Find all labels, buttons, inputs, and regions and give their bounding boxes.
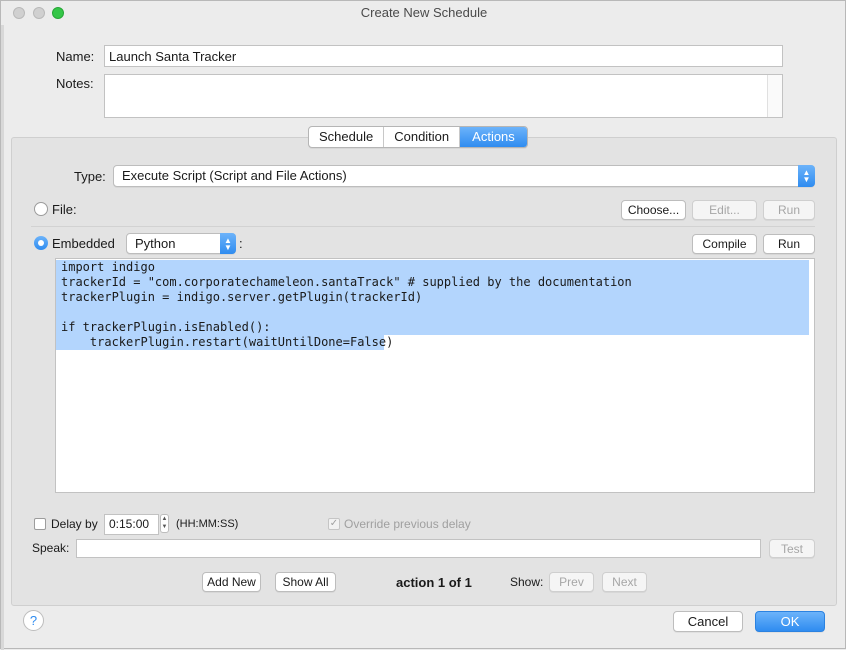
add-new-action-button[interactable]: Add New: [202, 572, 261, 592]
delay-time-field[interactable]: 0:15:00: [104, 514, 159, 535]
delay-label: Delay by: [51, 517, 98, 531]
embedded-label: Embedded: [52, 236, 115, 251]
notes-scrollbar[interactable]: [767, 75, 782, 117]
run-file-button[interactable]: Run: [763, 200, 815, 220]
code-line: trackerId = "com.corporatechameleon.sant…: [56, 275, 809, 290]
tab-actions[interactable]: Actions: [460, 127, 527, 147]
delay-format-label: (HH:MM:SS): [176, 518, 239, 530]
notes-label: Notes:: [56, 76, 94, 91]
minimize-window-button[interactable]: [33, 7, 45, 19]
embedded-radio[interactable]: [34, 236, 48, 250]
popup-arrows-icon: ▲ ▼: [798, 165, 815, 187]
compile-button[interactable]: Compile: [692, 234, 757, 254]
speak-field[interactable]: [76, 539, 761, 558]
language-popup[interactable]: Python ▲ ▼: [126, 233, 236, 254]
code-line: import indigo: [56, 260, 809, 275]
prev-action-button[interactable]: Prev: [549, 572, 594, 592]
separator: [31, 226, 815, 227]
action-type-value: Execute Script (Script and File Actions): [122, 168, 347, 183]
code-line: if trackerPlugin.isEnabled():: [56, 320, 809, 335]
override-delay-label: Override previous delay: [344, 517, 471, 531]
edit-file-button[interactable]: Edit...: [692, 200, 757, 220]
ok-button[interactable]: OK: [755, 611, 825, 632]
notes-field[interactable]: [104, 74, 783, 118]
cancel-button[interactable]: Cancel: [673, 611, 743, 632]
next-action-button[interactable]: Next: [602, 572, 647, 592]
code-line: [56, 305, 809, 320]
window-title: Create New Schedule: [360, 5, 488, 20]
language-colon: :: [239, 236, 243, 251]
tab-bar: Schedule Condition Actions: [308, 126, 528, 148]
test-speak-button[interactable]: Test: [769, 539, 815, 558]
code-line: trackerPlugin = indigo.server.getPlugin(…: [56, 290, 809, 305]
delay-stepper[interactable]: ▲ ▼: [160, 514, 169, 533]
language-value: Python: [135, 236, 176, 251]
type-label: Type:: [74, 169, 106, 184]
action-counter: action 1 of 1: [396, 575, 472, 590]
code-line: trackerPlugin.restart(waitUntilDone=Fals…: [56, 335, 393, 350]
zoom-window-button[interactable]: [52, 7, 64, 19]
tab-condition[interactable]: Condition: [384, 127, 461, 147]
background-window-edge: [1, 25, 4, 650]
name-label: Name:: [56, 49, 95, 64]
delay-checkbox[interactable]: [34, 518, 46, 530]
show-label: Show:: [510, 575, 544, 589]
override-delay-checkbox[interactable]: ✓: [328, 518, 340, 530]
close-window-button[interactable]: [13, 7, 25, 19]
script-editor[interactable]: import indigo trackerId = "com.corporate…: [55, 258, 815, 493]
help-icon[interactable]: ?: [23, 610, 44, 631]
dialog-window: Create New Schedule Name: Launch Santa T…: [0, 0, 846, 650]
tab-schedule[interactable]: Schedule: [309, 127, 385, 147]
show-all-actions-button[interactable]: Show All: [275, 572, 336, 592]
file-radio[interactable]: [34, 202, 48, 216]
action-type-popup[interactable]: Execute Script (Script and File Actions)…: [113, 165, 815, 187]
choose-file-button[interactable]: Choose...: [621, 200, 686, 220]
speak-label: Speak:: [32, 541, 70, 555]
name-field[interactable]: Launch Santa Tracker: [104, 45, 783, 67]
popup-arrows-icon: ▲ ▼: [220, 233, 236, 254]
file-label: File:: [52, 202, 77, 217]
run-script-button[interactable]: Run: [763, 234, 815, 254]
